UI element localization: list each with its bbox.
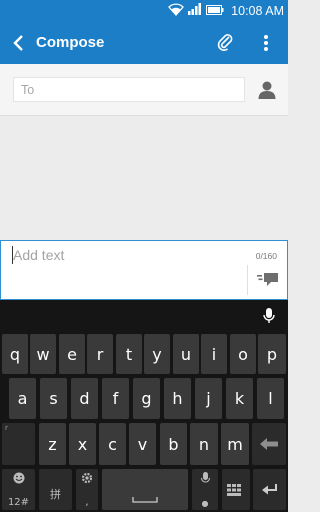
status-clock: 10:08 AM xyxy=(231,4,284,18)
key-d[interactable]: d xyxy=(71,378,98,419)
key-z[interactable]: z xyxy=(39,423,66,465)
space-bar-icon xyxy=(132,496,158,503)
voice-key[interactable]: ● xyxy=(192,469,218,510)
microphone-icon xyxy=(192,472,218,485)
send-icon xyxy=(257,273,278,286)
paperclip-icon xyxy=(217,34,233,51)
key-p[interactable]: p xyxy=(258,334,286,374)
status-bar: 10:08 AM xyxy=(0,0,288,22)
key-x[interactable]: x xyxy=(69,423,96,465)
numbers-label: 12# xyxy=(7,497,30,508)
period-label: ● xyxy=(201,499,209,508)
key-v[interactable]: v xyxy=(129,423,156,465)
key-q[interactable]: q xyxy=(2,334,28,374)
key-o[interactable]: o xyxy=(230,334,256,374)
key-s[interactable]: s xyxy=(40,378,67,419)
enter-arrow-icon xyxy=(261,483,277,494)
symbols-key[interactable]: 12# xyxy=(2,469,35,510)
divider xyxy=(247,265,248,295)
character-counter: 0/160 xyxy=(255,251,277,261)
key-j[interactable]: j xyxy=(195,378,222,419)
keyboard-grid-icon xyxy=(227,483,241,496)
input-method-key[interactable]: 拼 xyxy=(39,469,72,510)
battery-icon xyxy=(206,2,224,20)
key-h[interactable]: h xyxy=(164,378,191,419)
enter-key[interactable] xyxy=(253,469,286,510)
key-k[interactable]: k xyxy=(226,378,253,419)
key-w[interactable]: w xyxy=(30,334,56,374)
backspace-arrow-icon xyxy=(260,438,278,450)
space-key[interactable] xyxy=(102,469,188,510)
key-i[interactable]: i xyxy=(201,334,227,374)
message-thread-area xyxy=(0,116,288,240)
back-button[interactable] xyxy=(8,31,28,55)
key-a[interactable]: a xyxy=(9,378,36,419)
gear-icon xyxy=(76,472,98,484)
attach-button[interactable] xyxy=(214,31,238,55)
key-l[interactable]: l xyxy=(257,378,284,419)
recipient-row: To xyxy=(0,64,288,116)
action-bar: Compose xyxy=(0,22,288,64)
chinese-input-label: 拼 xyxy=(50,488,61,501)
message-input[interactable]: Add text xyxy=(13,247,64,263)
chevron-left-icon xyxy=(13,35,23,51)
page-title: Compose xyxy=(36,34,105,51)
key-y[interactable]: y xyxy=(144,334,170,374)
key-c[interactable]: c xyxy=(99,423,126,465)
more-options-button[interactable] xyxy=(256,31,276,55)
settings-key[interactable]: , xyxy=(76,469,98,510)
signal-icon xyxy=(188,2,202,20)
more-vert-icon xyxy=(264,35,268,51)
wifi-icon xyxy=(168,2,185,21)
key-u[interactable]: u xyxy=(173,334,199,374)
shift-hint-label: r xyxy=(5,424,8,432)
emoji-icon xyxy=(2,472,35,484)
key-g[interactable]: g xyxy=(133,378,160,419)
person-icon xyxy=(258,81,276,99)
key-m[interactable]: m xyxy=(221,423,249,465)
comma-label: , xyxy=(85,497,89,508)
send-button[interactable] xyxy=(255,270,281,290)
contacts-button[interactable] xyxy=(256,78,278,102)
key-t[interactable]: t xyxy=(116,334,142,374)
compose-box[interactable]: Add text 0/160 xyxy=(0,240,288,300)
key-f[interactable]: f xyxy=(102,378,129,419)
shift-key[interactable]: r xyxy=(2,423,35,465)
key-b[interactable]: b xyxy=(160,423,187,465)
key-r[interactable]: r xyxy=(87,334,113,374)
shift-arrow-icon xyxy=(12,438,25,450)
recipient-input[interactable]: To xyxy=(13,77,245,102)
keyboard-layout-key[interactable] xyxy=(222,469,250,510)
key-e[interactable]: e xyxy=(59,334,85,374)
key-n[interactable]: n xyxy=(190,423,218,465)
backspace-key[interactable] xyxy=(252,423,286,465)
microphone-icon xyxy=(263,308,275,323)
voice-input-button[interactable] xyxy=(260,306,278,326)
